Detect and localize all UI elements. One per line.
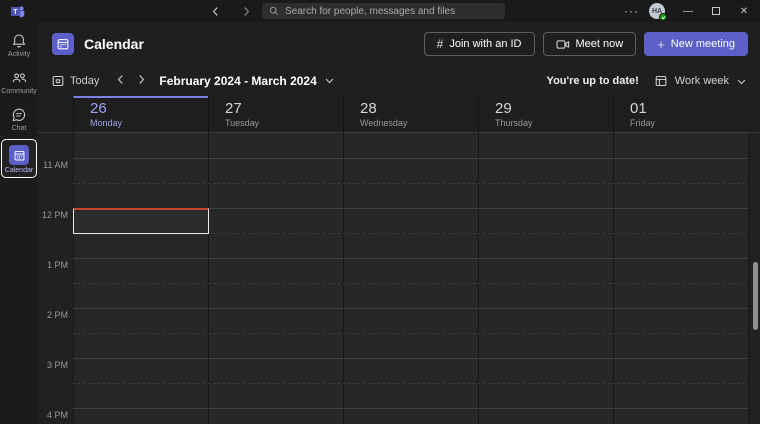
svg-text:T: T	[13, 9, 18, 16]
calendar-page: Calendar # Join with an ID Meet now + Ne…	[38, 22, 760, 424]
hour-line	[73, 358, 748, 359]
column-separator	[748, 133, 749, 424]
half-hour-line	[73, 383, 748, 384]
half-hour-line	[73, 283, 748, 284]
sidebar-item-calendar[interactable]: Calendar	[1, 139, 37, 178]
calendar-today-icon	[52, 75, 64, 87]
history-forward-button[interactable]	[239, 3, 253, 19]
avatar[interactable]: HA	[649, 3, 667, 21]
title-bar: T Search for people, messages and files …	[0, 0, 760, 22]
date-range-caret-icon[interactable]	[325, 78, 334, 84]
calendar-grid[interactable]: 11 AM 12 PM 1 PM 2 PM 3 PM 4 PM	[38, 133, 760, 424]
new-meeting-label: New meeting	[670, 38, 735, 50]
hour-line	[73, 408, 748, 409]
chat-bubble-icon	[12, 108, 26, 122]
prev-period-button[interactable]	[117, 72, 124, 90]
calendar-toolbar: Today February 2024 - March 2024 You're …	[38, 66, 760, 96]
day-header-thursday[interactable]: 29 Thursday	[478, 96, 613, 133]
day-number: 27	[225, 100, 242, 117]
day-number: 29	[495, 100, 512, 117]
time-label: 1 PM	[46, 260, 68, 270]
page-title: Calendar	[84, 36, 144, 52]
column-separator	[478, 133, 479, 424]
view-selector[interactable]: Work week	[675, 75, 729, 87]
day-number: 01	[630, 100, 647, 117]
day-name: Friday	[630, 118, 656, 128]
sidebar-item-label: Community	[1, 88, 37, 95]
sidebar-item-label: Calendar	[4, 167, 34, 174]
video-camera-icon	[556, 39, 569, 49]
sidebar-item-label: Activity	[7, 51, 31, 58]
join-with-id-button[interactable]: # Join with an ID	[423, 32, 535, 56]
hour-line	[73, 158, 748, 159]
day-name: Monday	[90, 118, 123, 128]
day-name: Thursday	[495, 118, 533, 128]
people-icon	[12, 73, 26, 83]
teams-logo-icon: T	[10, 4, 25, 19]
day-name: Wednesday	[360, 118, 408, 128]
sidebar-item-activity[interactable]: Activity	[1, 28, 37, 61]
presence-available-icon	[659, 13, 667, 21]
minimize-button[interactable]: —	[677, 0, 699, 22]
day-header-row: 26 Monday 27 Tuesday 28 Wednesday 29 Thu…	[38, 96, 760, 133]
column-separator	[208, 133, 209, 424]
time-label: 4 PM	[46, 410, 68, 420]
search-input[interactable]: Search for people, messages and files	[262, 3, 505, 19]
time-label: 11 AM	[43, 160, 68, 170]
time-label: 12 PM	[41, 210, 68, 220]
more-options-button[interactable]: ···	[620, 4, 643, 18]
history-back-button[interactable]	[208, 3, 222, 19]
app-rail: Activity Community Chat Calendar	[0, 22, 38, 424]
up-to-date-status: You're up to date!	[546, 75, 639, 87]
today-label: Today	[70, 75, 100, 87]
vertical-scrollbar[interactable]	[753, 262, 758, 330]
teams-window: T Search for people, messages and files …	[0, 0, 760, 424]
view-caret-icon[interactable]	[737, 72, 746, 90]
hour-line	[73, 258, 748, 259]
time-label: 2 PM	[46, 310, 68, 320]
calendar-app-icon	[52, 33, 74, 55]
day-header-tuesday[interactable]: 27 Tuesday	[208, 96, 343, 133]
half-hour-line	[73, 183, 748, 184]
search-icon	[269, 6, 279, 16]
column-separator	[343, 133, 344, 424]
half-hour-line	[73, 333, 748, 334]
time-label: 3 PM	[46, 360, 68, 370]
maximize-icon	[712, 7, 720, 15]
close-button[interactable]: ✕	[733, 0, 755, 22]
join-with-id-label: Join with an ID	[449, 38, 522, 50]
search-placeholder: Search for people, messages and files	[285, 5, 456, 17]
date-range-label[interactable]: February 2024 - March 2024	[159, 74, 316, 88]
day-number: 28	[360, 100, 377, 117]
new-meeting-button[interactable]: + New meeting	[644, 32, 748, 56]
calendar-icon	[9, 145, 29, 165]
bell-icon	[12, 34, 26, 48]
sidebar-item-label: Chat	[11, 125, 27, 132]
sidebar-item-chat[interactable]: Chat	[1, 102, 37, 135]
today-button[interactable]: Today	[52, 75, 99, 87]
meet-now-button[interactable]: Meet now	[542, 32, 637, 56]
day-header-wednesday[interactable]: 28 Wednesday	[343, 96, 478, 133]
column-separator	[613, 133, 614, 424]
next-period-button[interactable]	[138, 72, 145, 90]
day-header-monday[interactable]: 26 Monday	[73, 96, 208, 133]
meet-now-label: Meet now	[575, 38, 624, 50]
day-header-friday[interactable]: 01 Friday	[613, 96, 748, 133]
page-header: Calendar # Join with an ID Meet now + Ne…	[38, 22, 760, 66]
grid-columns-area	[73, 133, 748, 424]
sidebar-item-community[interactable]: Community	[1, 65, 37, 98]
column-separator	[73, 133, 74, 424]
hash-icon: #	[436, 37, 444, 51]
work-week-icon	[655, 75, 667, 87]
selected-time-slot[interactable]	[73, 208, 209, 234]
maximize-button[interactable]	[705, 0, 727, 22]
day-name: Tuesday	[225, 118, 260, 128]
hour-line	[73, 308, 748, 309]
plus-icon: +	[657, 36, 665, 52]
day-number: 26	[90, 100, 107, 117]
